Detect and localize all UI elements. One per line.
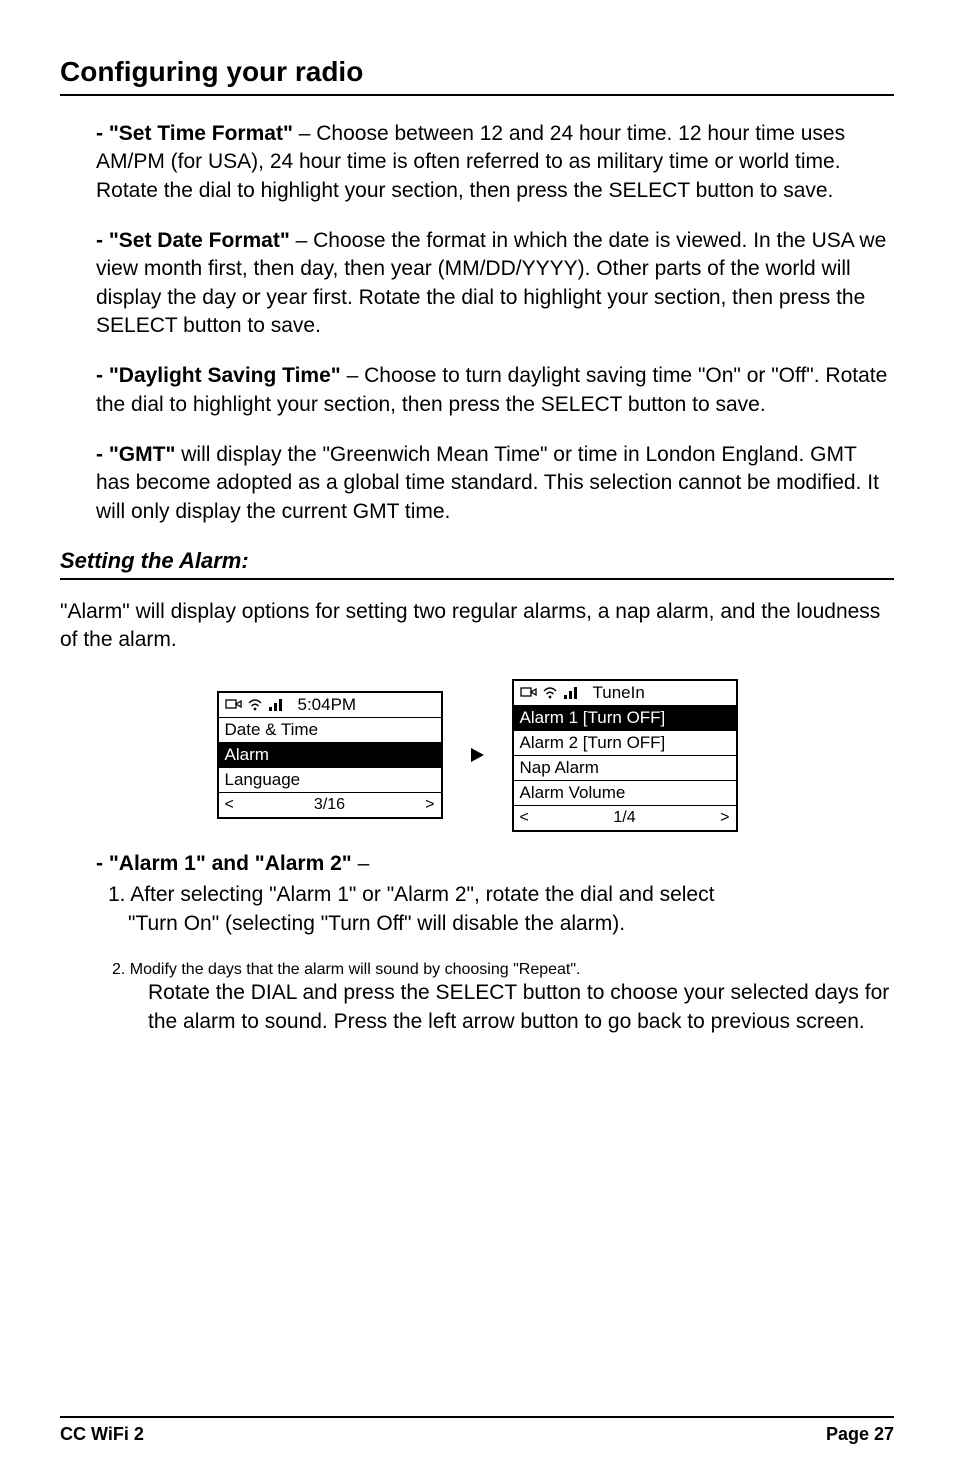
pager-left: < [520, 809, 529, 827]
wifi-icon [247, 698, 263, 712]
step-1-line-b: "Turn On" (selecting "Turn Off" will dis… [96, 910, 894, 939]
page-footer: CC WiFi 2 Page 27 [60, 1416, 894, 1445]
screen-2-statusbar: TuneIn [514, 681, 736, 706]
pager-center: 3/16 [314, 796, 345, 814]
footer-left: CC WiFi 2 [60, 1424, 144, 1445]
pager-left: < [225, 796, 234, 814]
screen-2: TuneIn Alarm 1 [Turn OFF] Alarm 2 [Turn … [512, 679, 738, 832]
page-title: Configuring your radio [60, 56, 894, 96]
network-icon [225, 698, 242, 712]
screen-1-status-text: 5:04PM [298, 695, 357, 715]
pager-center: 1/4 [613, 809, 635, 827]
screen-1-row-0: Date & Time [219, 718, 441, 743]
screen-2-row-0: Alarm 1 [Turn OFF] [514, 706, 736, 731]
footer-right: Page 27 [826, 1424, 894, 1445]
item-label: - "Set Time Format" [96, 122, 293, 145]
screen-1: 5:04PM Date & Time Alarm Language < 3/16… [217, 691, 443, 819]
screen-2-status-text: TuneIn [593, 683, 645, 703]
alarm-1-2-label: - "Alarm 1" and "Alarm 2" [96, 852, 352, 875]
item-text: will display the "Greenwich Mean Time" o… [96, 443, 879, 523]
config-item-set-time-format: - "Set Time Format" – Choose between 12 … [60, 120, 894, 205]
config-item-daylight-saving: - "Daylight Saving Time" – Choose to tur… [60, 362, 894, 419]
wifi-icon [542, 686, 558, 700]
screen-1-statusbar: 5:04PM [219, 693, 441, 718]
pager-right: > [720, 809, 729, 827]
arrow-right-icon [471, 748, 484, 762]
step-2-body: Rotate the DIAL and press the SELECT but… [60, 979, 894, 1037]
signal-icon [268, 698, 283, 712]
section-heading-setting-alarm: Setting the Alarm: [60, 548, 894, 580]
item-label: - "Daylight Saving Time" [96, 364, 341, 387]
screen-1-row-1: Alarm [219, 743, 441, 768]
item-label: - "Set Date Format" [96, 229, 290, 252]
alarm-1-2-section: - "Alarm 1" and "Alarm 2" – 1. After sel… [60, 850, 894, 939]
alarm-lead-text: "Alarm" will display options for setting… [60, 598, 894, 655]
pager-right: > [425, 796, 434, 814]
network-icon [520, 686, 537, 700]
config-item-gmt: - "GMT" will display the "Greenwich Mean… [60, 441, 894, 526]
screen-1-row-2: Language [219, 768, 441, 793]
screen-2-pager: < 1/4 > [514, 806, 736, 830]
step-2-line-a: 2. Modify the days that the alarm will s… [60, 961, 894, 979]
screen-2-row-3: Alarm Volume [514, 781, 736, 806]
alarm-1-2-dash: – [352, 852, 370, 875]
item-label: - "GMT" [96, 443, 175, 466]
config-item-set-date-format: - "Set Date Format" – Choose the format … [60, 227, 894, 340]
screens-row: 5:04PM Date & Time Alarm Language < 3/16… [60, 679, 894, 832]
screen-1-pager: < 3/16 > [219, 793, 441, 817]
screen-2-row-2: Nap Alarm [514, 756, 736, 781]
screen-2-row-1: Alarm 2 [Turn OFF] [514, 731, 736, 756]
signal-icon [563, 686, 578, 700]
step-1-line-a: 1. After selecting "Alarm 1" or "Alarm 2… [96, 881, 894, 910]
